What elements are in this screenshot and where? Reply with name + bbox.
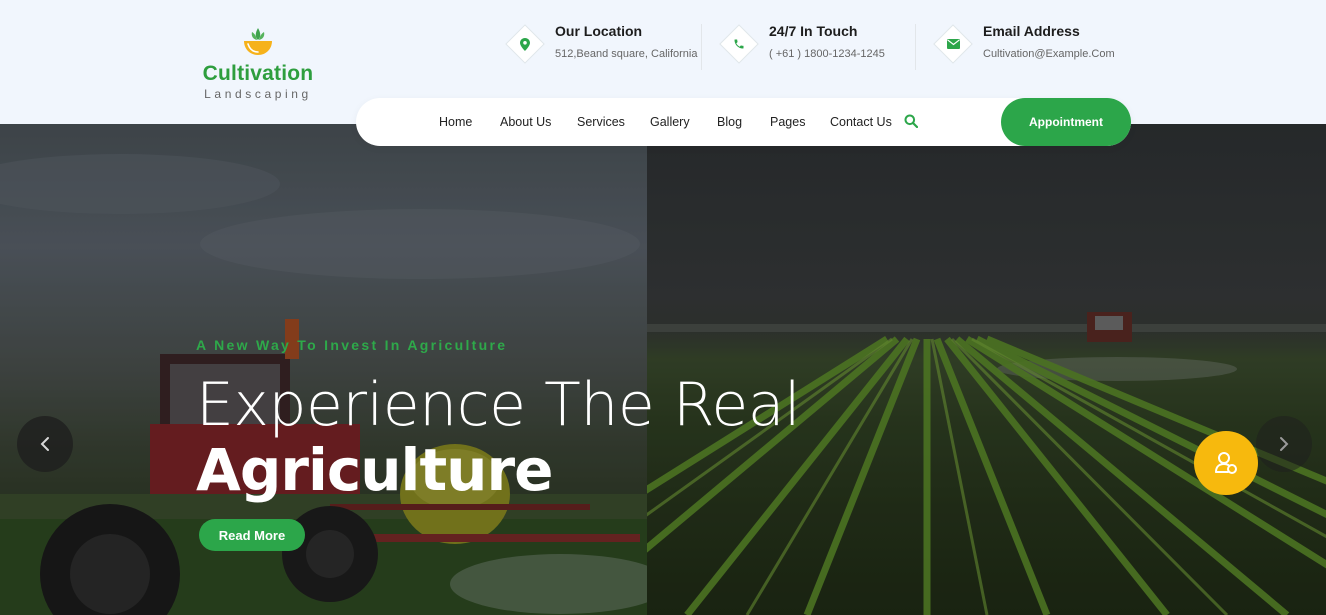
contact-detail: 512,Beand square, California [555,48,698,60]
envelope-icon [939,30,967,58]
bowl-sprout-icon [244,28,272,55]
hero-headline-bold: Agriculture [196,436,553,504]
contact-title: 24/7 In Touch [769,23,858,39]
divider [701,24,702,70]
hero-headline-light: Experience The Real [196,370,801,440]
contact-phone: 24/7 In Touch ( +61 ) 1800-1234-1245 [719,22,905,72]
map-pin-icon [511,30,539,58]
nav-pages[interactable]: Pages [770,115,805,129]
brand-tagline: Landscaping [204,87,312,101]
nav-about-us[interactable]: About Us [500,115,551,129]
contact-title: Our Location [555,23,643,39]
contact-location: Our Location 512,Beand square, Californi… [505,22,701,72]
appointment-button[interactable]: Appointment [1001,98,1131,146]
slider-next-button[interactable] [1256,416,1312,472]
search-icon [904,114,919,129]
contact-detail: Cultivation@Example.Com [983,48,1115,60]
hero-kicker: A New Way To Invest In Agriculture [196,337,508,353]
hero-slider: A New Way To Invest In Agriculture Exper… [0,124,1326,615]
divider [915,24,916,70]
phone-icon [725,30,753,58]
chevron-left-icon [40,437,49,451]
users-icon [1215,452,1237,474]
chevron-right-icon [1280,437,1289,451]
floating-action-button[interactable] [1194,431,1258,495]
slider-prev-button[interactable] [17,416,73,472]
brand-logo[interactable]: Cultivation Landscaping [199,24,319,104]
brand-name: Cultivation [202,62,314,85]
contact-title: Email Address [983,23,1080,39]
nav-contact-us[interactable]: Contact Us [830,115,892,129]
nav-home[interactable]: Home [439,115,472,129]
nav-gallery[interactable]: Gallery [650,115,690,129]
contact-detail: ( +61 ) 1800-1234-1245 [769,48,885,60]
contact-email: Email Address Cultivation@Example.Com [933,22,1139,72]
search-button[interactable] [904,114,920,130]
read-more-button[interactable]: Read More [199,519,305,551]
nav-blog[interactable]: Blog [717,115,742,129]
nav-services[interactable]: Services [577,115,625,129]
